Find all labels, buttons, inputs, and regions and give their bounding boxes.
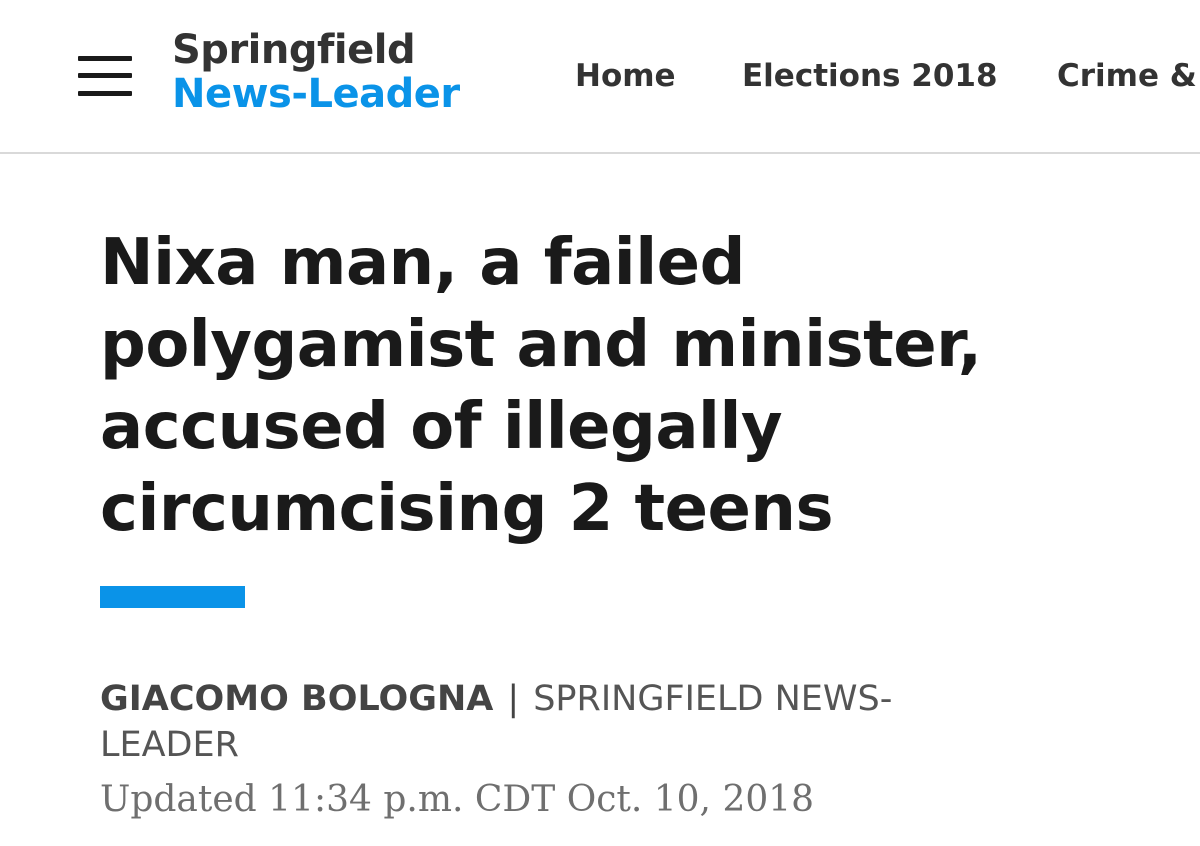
nav-item-crime-courts[interactable]: Crime & Courts	[1057, 56, 1200, 96]
site-header: Springfield News-Leader Home Elections 2…	[0, 0, 1200, 154]
article-headline: Nixa man, a failed polygamist and minist…	[100, 226, 982, 546]
article-timestamp: Updated 11:34 p.m. CDT Oct. 10, 2018	[100, 779, 815, 820]
article-byline: GIACOMO BOLOGNA | SPRINGFIELD NEWS-LEADER	[100, 676, 1000, 768]
headline-accent-bar	[100, 586, 245, 608]
main-nav: Home Elections 2018 Crime & Courts	[0, 56, 1200, 96]
byline-separator: |	[507, 679, 520, 719]
author-name[interactable]: GIACOMO BOLOGNA	[100, 679, 493, 719]
nav-item-home[interactable]: Home	[575, 56, 676, 96]
nav-item-elections-2018[interactable]: Elections 2018	[742, 56, 998, 96]
